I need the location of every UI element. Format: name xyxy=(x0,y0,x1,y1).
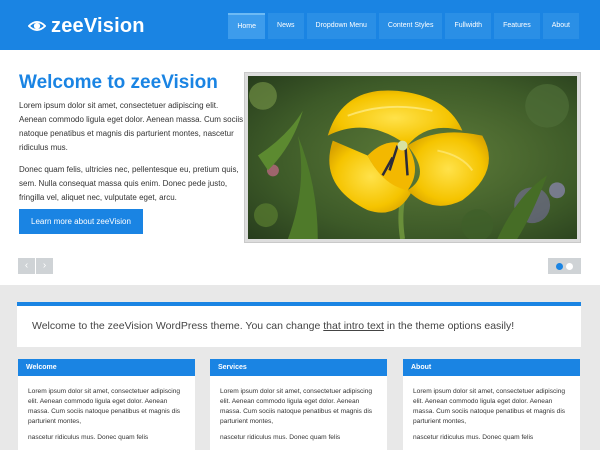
eye-icon xyxy=(28,21,46,31)
nav-item-news[interactable]: News xyxy=(268,13,304,39)
widget-text: nascetur ridiculus mus. Donec quam felis xyxy=(28,434,149,441)
intro-text: Welcome to the zeeVision WordPress theme… xyxy=(32,320,514,332)
widget-about: About Lorem ipsum dolor sit amet, consec… xyxy=(403,359,580,450)
intro-text-after: in the theme options easily! xyxy=(383,320,515,332)
slide-image-frame xyxy=(244,72,581,243)
widget-text: nascetur ridiculus mus. Donec quam felis xyxy=(220,434,341,441)
yellow-tulip-photo xyxy=(248,76,577,239)
intro-text-before: Welcome to the zeeVision WordPress theme… xyxy=(32,320,324,332)
slide-title: Welcome to zeeVision xyxy=(19,72,218,93)
learn-more-button[interactable]: Learn more about zeeVision xyxy=(19,209,143,234)
slide-dot-2[interactable] xyxy=(566,262,573,270)
widget-text: nascetur ridiculus mus. Donec quam felis xyxy=(413,434,534,441)
widget-title: Services xyxy=(210,359,387,376)
nav-item-content-styles[interactable]: Content Styles xyxy=(378,13,443,39)
slide-paragraph: Donec quam felis, ultricies nec, pellent… xyxy=(19,165,239,202)
widget-text: Lorem ipsum dolor sit amet, consectetuer… xyxy=(28,388,181,425)
nav-item-dropdown-menu[interactable]: Dropdown Menu xyxy=(306,13,376,39)
widget-services: Services Lorem ipsum dolor sit amet, con… xyxy=(210,359,387,450)
slide-dot-1[interactable] xyxy=(556,262,563,270)
intro-box: Welcome to the zeeVision WordPress theme… xyxy=(17,302,581,347)
slide-paragraph: Lorem ipsum dolor sit amet, consectetuer… xyxy=(19,101,244,152)
widget-text: Lorem ipsum dolor sit amet, consectetuer… xyxy=(220,388,373,425)
nav-item-features[interactable]: Features xyxy=(494,13,540,39)
widget-title: About xyxy=(403,359,580,376)
intro-link[interactable]: that intro text xyxy=(323,320,384,332)
slider-pagination xyxy=(548,258,581,274)
widget-title: Welcome xyxy=(18,359,195,376)
next-slide-button[interactable]: › xyxy=(36,258,53,274)
nav-item-fullwidth[interactable]: Fullwidth xyxy=(445,13,492,39)
main-nav: Home News Dropdown Menu Content Styles F… xyxy=(225,13,579,39)
site-header: zeeVision Home News Dropdown Menu Conten… xyxy=(0,0,600,50)
logo-text: zeeVision xyxy=(51,14,145,37)
widget-welcome: Welcome Lorem ipsum dolor sit amet, cons… xyxy=(18,359,195,450)
slider-arrows: ‹ › xyxy=(18,258,53,274)
widget-text: Lorem ipsum dolor sit amet, consectetuer… xyxy=(413,388,566,425)
nav-item-home[interactable]: Home xyxy=(228,13,266,39)
prev-slide-button[interactable]: ‹ xyxy=(18,258,35,274)
site-logo[interactable]: zeeVision xyxy=(28,14,145,38)
nav-item-about[interactable]: About xyxy=(542,13,579,39)
